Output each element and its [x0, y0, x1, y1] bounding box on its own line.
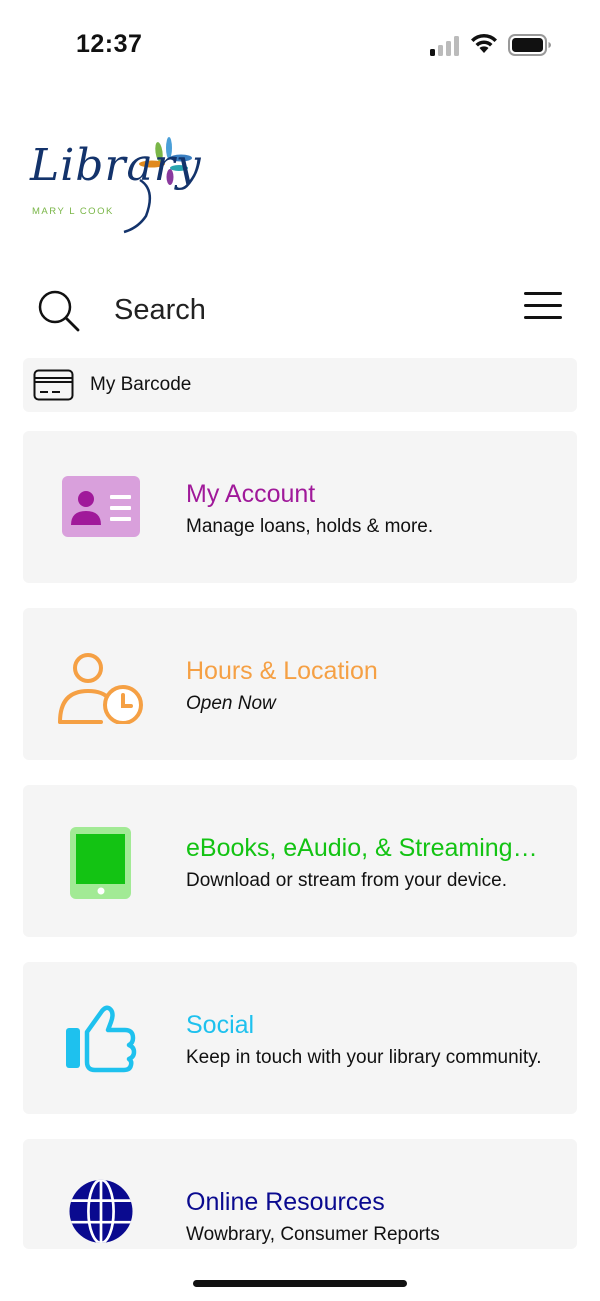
my-account-card[interactable]: My Account Manage loans, holds & more. [23, 431, 577, 583]
online-resources-title: Online Resources [186, 1188, 385, 1216]
globe-icon [69, 1179, 133, 1243]
online-resources-card[interactable]: Online Resources Wowbrary, Consumer Repo… [23, 1139, 577, 1249]
social-subtitle: Keep in touch with your library communit… [186, 1047, 542, 1068]
hamburger-menu-icon[interactable] [524, 290, 562, 320]
online-resources-subtitle: Wowbrary, Consumer Reports [186, 1224, 440, 1245]
ebooks-title: eBooks, eAudio, & Streaming… [186, 834, 538, 862]
my-account-subtitle: Manage loans, holds & more. [186, 516, 434, 537]
library-logo: Library MARY L COOK [28, 128, 208, 238]
social-title: Social [186, 1011, 255, 1039]
my-account-title: My Account [186, 480, 316, 508]
ebooks-subtitle: Download or stream from your device. [186, 870, 508, 891]
id-card-icon [62, 476, 140, 537]
logo-subtitle: MARY L COOK [32, 206, 114, 217]
wifi-icon [471, 33, 497, 53]
hours-location-title: Hours & Location [186, 657, 378, 685]
status-time: 12:37 [76, 30, 143, 58]
logo-wordmark: Library [30, 140, 202, 191]
search-input[interactable] [114, 294, 474, 327]
social-card[interactable]: Social Keep in touch with your library c… [23, 962, 577, 1114]
tablet-icon [70, 827, 131, 899]
card-icon [33, 369, 74, 401]
hours-location-card[interactable]: Hours & Location Open Now [23, 608, 577, 760]
person-clock-icon [58, 653, 143, 724]
my-barcode-label: My Barcode [90, 374, 192, 395]
home-indicator[interactable] [193, 1280, 407, 1287]
ebooks-card[interactable]: eBooks, eAudio, & Streaming… Download or… [23, 785, 577, 937]
status-bar: 12:37 [0, 0, 600, 90]
thumbs-up-icon [66, 1005, 137, 1073]
battery-icon [508, 34, 551, 56]
search-bar [0, 280, 600, 344]
hours-location-subtitle: Open Now [186, 693, 276, 714]
cellular-signal-icon [430, 34, 462, 56]
my-barcode-button[interactable]: My Barcode [23, 358, 577, 412]
search-icon[interactable] [36, 288, 82, 334]
